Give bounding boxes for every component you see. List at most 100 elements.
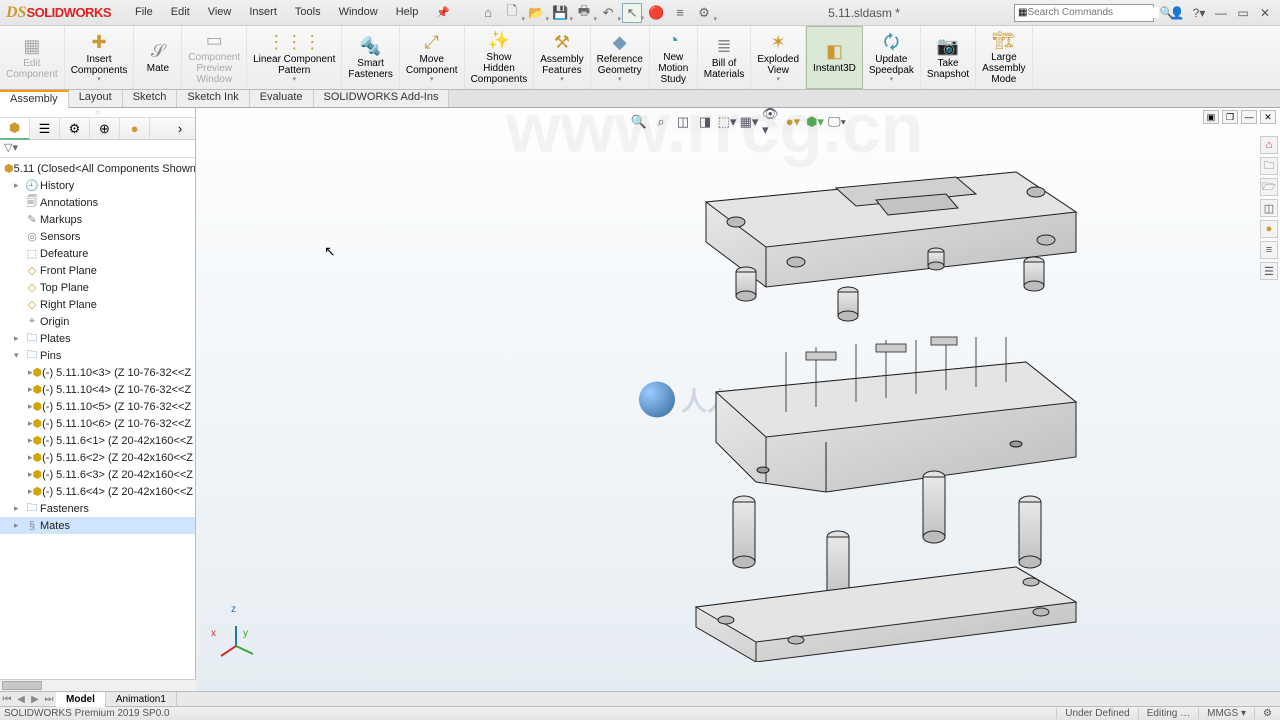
tree-plates-folder[interactable]: ▸🗀Plates [0,330,195,347]
tab-sketch[interactable]: Sketch [123,90,178,107]
doc-min-icon[interactable]: — [1241,110,1257,124]
design-library-icon[interactable]: 🗀 [1260,157,1278,175]
assembly-features-button[interactable]: ⚒Assembly Features▾ [534,26,590,89]
tree-top-plane[interactable]: ◇Top Plane [0,279,195,296]
tab-prev-icon[interactable]: ◀ [14,694,28,705]
doc-max-icon[interactable]: ▣ [1203,110,1219,124]
take-snapshot-button[interactable]: 📷Take Snapshot [921,26,976,89]
options-icon[interactable]: ≡ [670,3,690,23]
tree-fasteners-folder[interactable]: ▸🗀Fasteners [0,500,195,517]
menu-window[interactable]: Window [331,4,386,21]
user-icon[interactable]: 👤 [1168,6,1186,20]
close-icon[interactable]: ✕ [1256,6,1274,20]
update-speedpak-button[interactable]: 🗘Update Speedpak▾ [863,26,921,89]
exploded-view-button[interactable]: ✶Exploded View▾ [751,26,806,89]
tree-pin-item[interactable]: ▸⬢(-) 5.11.6<1> (Z 20-42x160<<Z 2… [0,432,195,449]
tab-animation1[interactable]: Animation1 [106,692,177,707]
tree-sensors[interactable]: ◎Sensors [0,228,195,245]
status-units[interactable]: MMGS ▾ [1198,708,1254,719]
status-customize-icon[interactable]: ⚙ [1254,708,1280,719]
tree-pin-item[interactable]: ▸⬢(-) 5.11.6<4> (Z 20-42x160<<Z 2… [0,483,195,500]
settings-icon[interactable]: ⚙ [694,3,714,23]
menu-help[interactable]: Help [388,4,427,21]
tree-pin-item[interactable]: ▸⬢(-) 5.11.10<5> (Z 10-76-32<<Z 1… [0,398,195,415]
tree-pins-folder[interactable]: ▾🗀Pins [0,347,195,364]
display-manager-tab[interactable]: ● [120,118,150,139]
doc-close-icon[interactable]: ✕ [1260,110,1276,124]
minimize-icon[interactable]: — [1212,6,1230,20]
tree-root[interactable]: ⬢5.11 (Closed<All Components Shown>) [0,160,195,177]
search-commands[interactable]: ▦ 🔍 [1014,4,1154,22]
large-assembly-button[interactable]: 🏗Large Assembly Mode [976,26,1032,89]
doc-restore-icon[interactable]: ❐ [1222,110,1238,124]
tree-pin-item[interactable]: ▸⬢(-) 5.11.6<2> (Z 20-42x160<<Z 2… [0,449,195,466]
tab-next-icon[interactable]: ▶ [28,694,42,705]
menu-insert[interactable]: Insert [241,4,285,21]
tree-pin-item[interactable]: ▸⬢(-) 5.11.10<3> (Z 10-76-32<<Z 1… [0,364,195,381]
reference-geometry-button[interactable]: ◆Reference Geometry▾ [591,26,650,89]
new-motion-study-button[interactable]: ◔New Motion Study [650,26,698,89]
fm-tree-tab[interactable]: ⬢ [0,118,30,140]
tab-layout[interactable]: Layout [69,90,123,107]
tab-sketch-ink[interactable]: Sketch Ink [177,90,249,107]
menu-pin-icon[interactable]: 📌 [428,4,458,21]
fm-expand-icon[interactable]: › [165,118,195,139]
tab-assembly[interactable]: Assembly [0,90,69,108]
menu-tools[interactable]: Tools [287,4,329,21]
insert-components-button[interactable]: ✚Insert Components▾ [65,26,135,89]
plane-icon: ◇ [24,281,40,294]
panel-splitter[interactable]: ○ [0,108,195,118]
forum-icon[interactable]: ☰ [1260,262,1278,280]
tree-annotations[interactable]: 🗐Annotations [0,194,195,211]
scroll-thumb[interactable] [2,681,42,690]
tree-markups[interactable]: ✎Markups [0,211,195,228]
tree-mates[interactable]: ▸§Mates [0,517,195,534]
tab-evaluate[interactable]: Evaluate [250,90,314,107]
open-icon[interactable]: 📂 [526,3,546,23]
smart-fasteners-button[interactable]: 🔩Smart Fasteners [342,26,399,89]
view-palette-icon[interactable]: ◫ [1260,199,1278,217]
tree-pin-item[interactable]: ▸⬢(-) 5.11.10<4> (Z 10-76-32<<Z 1… [0,381,195,398]
tree-defeature[interactable]: ⬚Defeature [0,245,195,262]
tree-front-plane[interactable]: ◇Front Plane [0,262,195,279]
tree-pin-item[interactable]: ▸⬢(-) 5.11.6<3> (Z 20-42x160<<Z 2… [0,466,195,483]
graphics-area[interactable]: ▣ ❐ — ✕ 🔍 ⌕ ◫ ◨ ⬚▾ ▦▾ 👁▾ ●▾ ⬢▾ 🖵▾ ⌂ 🗀 🗁 … [196,108,1280,691]
maximize-icon[interactable]: ▭ [1234,6,1252,20]
instant3d-button[interactable]: ◧Instant3D [806,26,863,89]
tree-pin-item[interactable]: ▸⬢(-) 5.11.10<6> (Z 10-76-32<<Z 1… [0,415,195,432]
tree-origin[interactable]: ⌖Origin [0,313,195,330]
tree-right-plane[interactable]: ◇Right Plane [0,296,195,313]
help-icon[interactable]: ?▾ [1190,6,1208,20]
property-manager-tab[interactable]: ☰ [30,118,60,139]
home-icon[interactable]: ⌂ [478,3,498,23]
menu-view[interactable]: View [200,4,240,21]
select-icon[interactable]: ↖ [622,3,642,23]
appearances-icon[interactable]: ● [1260,220,1278,238]
rebuild-icon[interactable]: 🔴 [646,3,666,23]
tree-history[interactable]: ▸🕘History [0,177,195,194]
tree-filter[interactable]: ▽▾ [0,140,195,158]
linear-pattern-button[interactable]: ⋮⋮⋮Linear Component Pattern▾ [247,26,342,89]
undo-icon[interactable]: ↶ [598,3,618,23]
mate-button[interactable]: 𝒮Mate [134,26,182,89]
print-icon[interactable]: 🖶 [574,3,594,23]
sw-resources-icon[interactable]: ⌂ [1260,136,1278,154]
config-manager-tab[interactable]: ⚙ [60,118,90,139]
menu-edit[interactable]: Edit [163,4,198,21]
new-icon[interactable]: 🗋 [502,3,522,23]
search-scope-icon[interactable]: ▦ [1018,7,1027,18]
search-input[interactable] [1027,7,1159,18]
tab-last-icon[interactable]: ⏭ [42,694,56,705]
tab-addins[interactable]: SOLIDWORKS Add-Ins [314,90,450,107]
bom-button[interactable]: ≣Bill of Materials [698,26,752,89]
menu-file[interactable]: File [127,4,161,21]
tab-first-icon[interactable]: ⏮ [0,694,14,705]
file-explorer-icon[interactable]: 🗁 [1260,178,1278,196]
custom-props-icon[interactable]: ≡ [1260,241,1278,259]
move-component-button[interactable]: ⤢Move Component▾ [400,26,465,89]
view-triad[interactable]: zyx [221,626,261,669]
save-icon[interactable]: 💾 [550,3,570,23]
show-hidden-button[interactable]: ✨Show Hidden Components [465,26,535,89]
tab-model[interactable]: Model [56,692,106,707]
dimxpert-tab[interactable]: ⊕ [90,118,120,139]
